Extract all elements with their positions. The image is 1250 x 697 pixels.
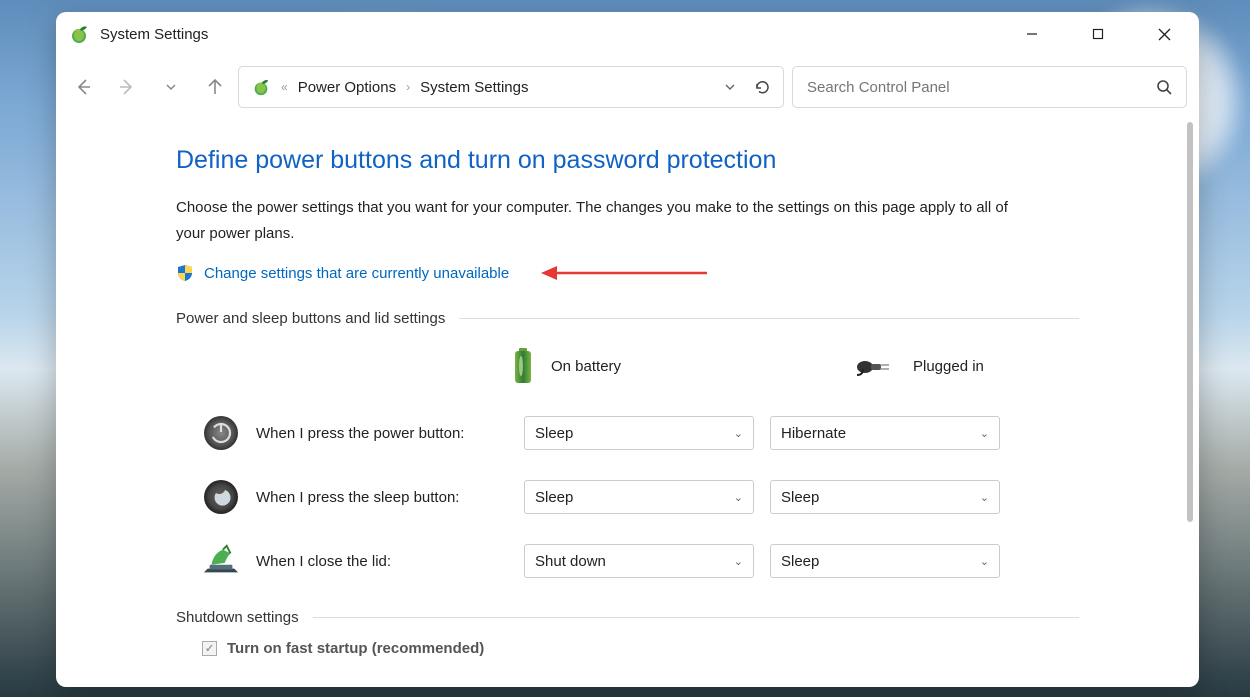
search-icon[interactable] [1156,79,1172,95]
sleep-button-icon [202,478,240,516]
divider [459,318,1079,319]
uac-shield-icon [176,264,194,282]
minimize-button[interactable] [1017,19,1047,49]
page-heading: Define power buttons and turn on passwor… [176,146,1079,175]
window-controls [1017,19,1187,49]
close-lid-battery-select[interactable]: Shut down⌄ [524,544,754,578]
nav-buttons [68,72,230,102]
row-power-button: When I press the power button: Sleep⌄ Hi… [176,401,1079,465]
battery-icon [511,346,535,386]
scrollbar[interactable] [1185,122,1195,683]
admin-link-row: Change settings that are currently unava… [176,264,1079,282]
plug-icon [855,353,897,379]
back-button[interactable] [68,72,98,102]
page-description: Choose the power settings that you want … [176,195,1036,246]
chevron-down-icon: ⌄ [980,555,989,568]
fast-startup-checkbox[interactable]: ✓ [202,641,217,656]
chevron-down-icon: ⌄ [734,555,743,568]
divider [313,617,1079,618]
col-plugged-label: Plugged in [913,358,984,375]
section-title: Shutdown settings [176,609,299,626]
address-bar[interactable]: « Power Options › System Settings [238,66,784,108]
chevron-down-icon: ⌄ [734,427,743,440]
recent-pages-button[interactable] [156,72,186,102]
chevron-down-icon: ⌄ [980,491,989,504]
maximize-button[interactable] [1083,19,1113,49]
chevron-down-icon: ⌄ [734,491,743,504]
window-title: System Settings [100,26,208,43]
section-title: Power and sleep buttons and lid settings [176,310,445,327]
scrollbar-thumb[interactable] [1187,122,1193,522]
toolbar: « Power Options › System Settings [56,56,1199,118]
close-button[interactable] [1149,19,1179,49]
sleep-button-plugged-select[interactable]: Sleep⌄ [770,480,1000,514]
row-close-lid: When I close the lid: Shut down⌄ Sleep⌄ [176,529,1079,593]
annotation-arrow-icon [539,264,709,282]
col-battery-label: On battery [551,358,621,375]
row-label: When I press the power button: [256,425,508,442]
sleep-button-battery-select[interactable]: Sleep⌄ [524,480,754,514]
row-sleep-button: When I press the sleep button: Sleep⌄ Sl… [176,465,1079,529]
power-button-icon [202,414,240,452]
breadcrumb-root[interactable]: « [281,80,288,94]
section-power-sleep-lid: Power and sleep buttons and lid settings [176,310,1079,327]
breadcrumb-system-settings[interactable]: System Settings [420,79,528,96]
search-box[interactable] [792,66,1187,108]
app-icon [68,23,90,45]
up-button[interactable] [200,72,230,102]
chevron-down-icon: ⌄ [980,427,989,440]
titlebar[interactable]: System Settings [56,12,1199,56]
close-lid-plugged-select[interactable]: Sleep⌄ [770,544,1000,578]
power-button-plugged-select[interactable]: Hibernate⌄ [770,416,1000,450]
location-icon [251,77,271,97]
row-label: When I close the lid: [256,553,508,570]
fast-startup-label: Turn on fast startup (recommended) [227,640,484,657]
content-area: Define power buttons and turn on passwor… [56,118,1199,687]
column-headers: On battery Plugged in [176,341,1079,391]
laptop-lid-icon [202,542,240,580]
breadcrumb-power-options[interactable]: Power Options [298,79,396,96]
address-dropdown-button[interactable] [724,81,736,93]
chevron-right-icon: › [406,80,410,94]
section-shutdown: Shutdown settings [176,609,1079,626]
fast-startup-row: ✓ Turn on fast startup (recommended) [176,640,1079,657]
col-on-battery: On battery [511,346,721,386]
col-plugged-in: Plugged in [855,353,1065,379]
refresh-button[interactable] [754,79,771,96]
settings-window: System Settings « Power Options › System… [56,12,1199,687]
power-button-battery-select[interactable]: Sleep⌄ [524,416,754,450]
search-input[interactable] [807,79,1156,96]
change-settings-link[interactable]: Change settings that are currently unava… [204,265,509,282]
row-label: When I press the sleep button: [256,489,508,506]
forward-button[interactable] [112,72,142,102]
